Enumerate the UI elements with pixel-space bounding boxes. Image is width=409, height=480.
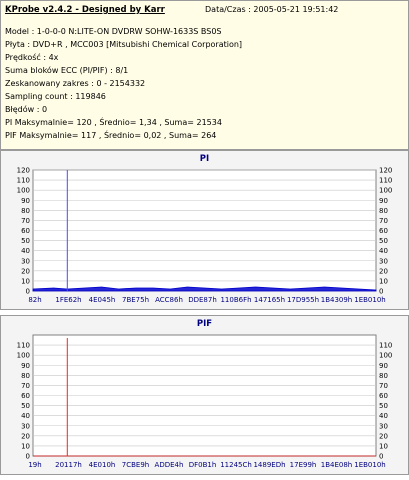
pif-y-tick-label-right: 10 xyxy=(379,442,388,450)
info-disc: Płyta : DVD+R , MCC003 [Mitsubishi Chemi… xyxy=(5,40,243,49)
pif-chart-title: PIF xyxy=(197,319,212,329)
pif-y-tick-label-left: 10 xyxy=(21,442,30,450)
pif-y-tick-label-left: 0 xyxy=(26,453,30,461)
pif-x-tick-label: 19h xyxy=(28,461,41,469)
pif-y-tick-label-left: 100 xyxy=(17,352,30,360)
info-speed: Prędkość : 4x xyxy=(5,53,59,62)
info-sampling: Sampling count : 119846 xyxy=(5,92,106,101)
pi-y-tick-label-right: 110 xyxy=(379,177,392,185)
pif-x-tick-label: 20117h xyxy=(55,461,82,469)
pi-y-tick-label-right: 10 xyxy=(379,277,388,285)
pi-y-tick-label-left: 10 xyxy=(21,277,30,285)
pi-x-tick-label: 17D955h xyxy=(287,296,319,304)
pif-x-tick-label: 17E99h xyxy=(290,461,317,469)
pif-y-tick-label-left: 90 xyxy=(21,362,30,370)
pif-y-tick-label-right: 80 xyxy=(379,372,388,380)
pif-y-tick-label-right: 90 xyxy=(379,362,388,370)
pif-chart-panel: PIF 0 0 10 10 20 20 30 30 40 40 50 50 60 60 70 70 80 80 90 9… xyxy=(0,315,409,475)
pif-x-tick-label: 11245Ch xyxy=(220,461,252,469)
pi-y-tick-label-left: 50 xyxy=(21,237,30,245)
pi-y-tick-label-right: 70 xyxy=(379,217,388,225)
pi-y-tick-label-left: 90 xyxy=(21,197,30,205)
pif-x-tick-label: 7CBE9h xyxy=(122,461,149,469)
pi-y-tick-label-left: 60 xyxy=(21,227,30,235)
pi-chart-title: PI xyxy=(200,154,209,164)
pi-x-tick-label: 1B4309h xyxy=(321,296,353,304)
info-model: Model : 1-0-0-0 N:LITE-ON DVDRW SOHW-163… xyxy=(5,27,222,36)
pi-y-tick-label-right: 40 xyxy=(379,247,388,255)
scan-date: Data/Czas : 2005-05-21 19:51:42 xyxy=(205,5,339,14)
pi-y-tick-label-left: 30 xyxy=(21,257,30,265)
pi-y-tick-label-left: 70 xyxy=(21,217,30,225)
pif-x-tick-label: 1EB010h xyxy=(354,461,385,469)
pif-y-tick-label-left: 70 xyxy=(21,382,30,390)
pif-y-tick-label-left: 110 xyxy=(17,342,30,350)
info-panel: KProbe v2.4.2 - Designed by Karr Data/Cz… xyxy=(0,0,409,150)
pif-y-tick-label-right: 70 xyxy=(379,382,388,390)
pi-y-tick-label-right: 100 xyxy=(379,187,392,195)
pif-y-tick-label-left: 40 xyxy=(21,412,30,420)
pi-x-tick-label: DDE87h xyxy=(188,296,217,304)
pi-y-tick-label-left: 20 xyxy=(21,267,30,275)
pif-y-tick-label-right: 30 xyxy=(379,422,388,430)
pif-y-tick-label-right: 50 xyxy=(379,402,388,410)
pi-x-tick-label: 1FE62h xyxy=(55,296,81,304)
pif-y-tick-label-left: 30 xyxy=(21,422,30,430)
pi-chart-panel: PI 0 0 10 10 20 20 30 30 40 40 50 50 60 60 70 70 80 80 90 90… xyxy=(0,150,409,310)
pif-y-tick-label-right: 0 xyxy=(379,453,383,461)
pi-y-tick-label-right: 30 xyxy=(379,257,388,265)
pi-x-tick-label: 4E045h xyxy=(89,296,116,304)
info-errors: Błędów : 0 xyxy=(5,105,48,114)
pif-x-tick-label: ADDE4h xyxy=(155,461,184,469)
pi-y-tick-label-right: 50 xyxy=(379,237,388,245)
info-pi-stats: PI Maksymalnie= 120 , Średnio= 1,34 , Su… xyxy=(5,118,222,127)
info-scan-range: Zeskanowany zakres : 0 - 2154332 xyxy=(5,79,146,88)
pi-y-tick-label-right: 0 xyxy=(379,288,383,296)
pi-y-tick-label-left: 110 xyxy=(17,177,30,185)
pif-chart: PIF 0 0 10 10 20 20 30 30 40 40 50 50 60 60 70 70 80 80 90 9… xyxy=(17,319,393,469)
pif-y-tick-label-right: 60 xyxy=(379,392,388,400)
pif-x-tick-label: 1489EDh xyxy=(253,461,285,469)
info-pif-stats: PIF Maksymalnie= 117 , Średnio= 0,02 , S… xyxy=(5,131,217,140)
pif-y-tick-label-right: 100 xyxy=(379,352,392,360)
pi-x-tick-label: 147165h xyxy=(254,296,285,304)
app-title: KProbe v2.4.2 - Designed by Karr xyxy=(5,5,165,15)
pif-y-tick-label-left: 20 xyxy=(21,432,30,440)
pi-y-tick-label-left: 100 xyxy=(17,187,30,195)
pif-y-tick-label-left: 60 xyxy=(21,392,30,400)
pi-y-tick-label-right: 120 xyxy=(379,167,392,175)
pi-x-tick-label: 82h xyxy=(28,296,41,304)
pi-y-tick-label-right: 90 xyxy=(379,197,388,205)
pi-y-tick-label-right: 60 xyxy=(379,227,388,235)
pif-y-tick-label-right: 20 xyxy=(379,432,388,440)
pi-x-tick-label: 7BE75h xyxy=(122,296,149,304)
pif-x-tick-label: DF0B1h xyxy=(189,461,217,469)
pi-y-tick-label-left: 80 xyxy=(21,207,30,215)
pi-x-tick-label: ACC86h xyxy=(155,296,183,304)
pif-y-tick-label-right: 40 xyxy=(379,412,388,420)
pif-y-tick-label-left: 80 xyxy=(21,372,30,380)
pi-y-tick-label-left: 120 xyxy=(17,167,30,175)
pi-y-tick-label-right: 80 xyxy=(379,207,388,215)
pi-y-tick-label-left: 40 xyxy=(21,247,30,255)
pi-x-tick-label: 1EB010h xyxy=(354,296,385,304)
pi-y-tick-label-left: 0 xyxy=(26,288,30,296)
pi-x-tick-label: 110B6Fh xyxy=(220,296,251,304)
pif-y-tick-label-right: 110 xyxy=(379,342,392,350)
pif-x-tick-label: 1B4E08h xyxy=(321,461,352,469)
pi-chart: PI 0 0 10 10 20 20 30 30 40 40 50 50 60 60 70 70 80 80 90 90… xyxy=(17,154,393,304)
info-ecc-blocks: Suma bloków ECC (PI/PIF) : 8/1 xyxy=(5,66,129,75)
pif-y-tick-label-left: 50 xyxy=(21,402,30,410)
pif-x-tick-label: 4E010h xyxy=(89,461,116,469)
pi-y-tick-label-right: 20 xyxy=(379,267,388,275)
